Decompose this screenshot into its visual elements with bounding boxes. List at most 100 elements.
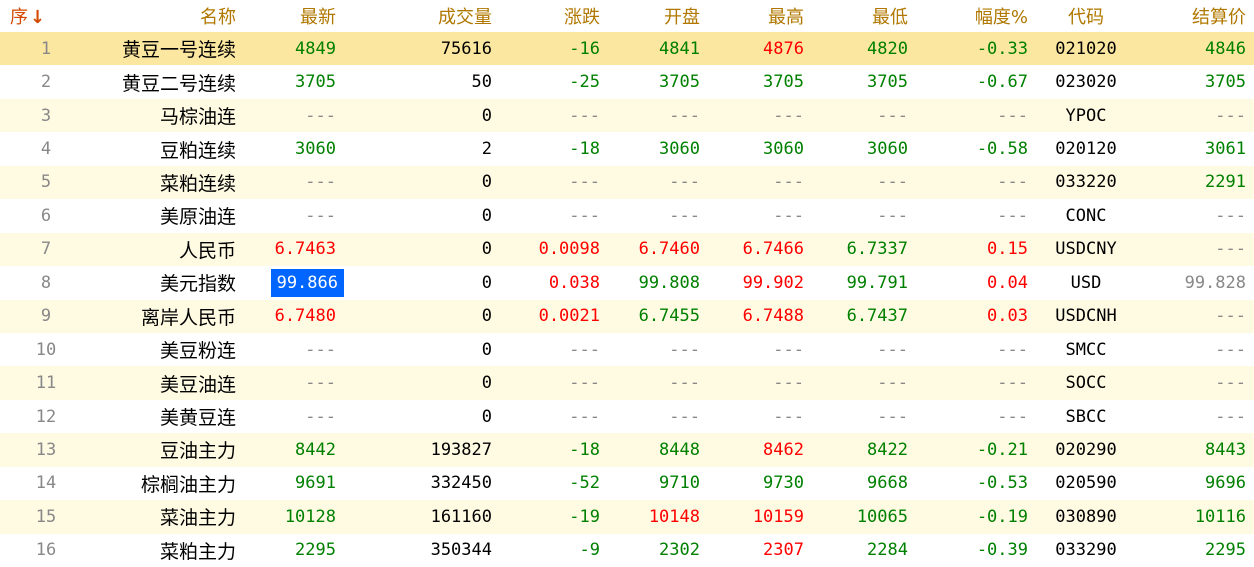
cell-name: 美豆粉连 [159, 340, 236, 363]
col-header-last[interactable]: 最新 [244, 0, 344, 32]
cell-pct: --- [997, 373, 1028, 394]
cell-high: --- [773, 406, 804, 427]
cell-last: --- [305, 373, 336, 394]
cell-pct: -0.67 [976, 72, 1028, 93]
cell-open: 2302 [659, 540, 700, 561]
table-row[interactable]: 5 菜粕连续 --- 0 --- --- --- --- --- 033220 2291 [0, 165, 1254, 200]
cell-volume: 0 [481, 105, 492, 126]
col-header-low[interactable]: 最低 [812, 0, 916, 32]
cell-open: --- [669, 339, 700, 360]
cell-settle: 9696 [1205, 473, 1246, 494]
table-row[interactable]: 11 美豆油连 --- 0 --- --- --- --- --- SOCC --- [0, 366, 1254, 400]
cell-open: 3060 [659, 139, 700, 160]
cell-volume: 50 [471, 72, 492, 93]
cell-high: 2307 [763, 540, 804, 561]
table-row[interactable]: 3 马棕油连 --- 0 --- --- --- --- --- YPOC --- [0, 98, 1254, 133]
table-row[interactable]: 1 黄豆一号连续 4849 75616 -16 4841 4876 4820 -0.33 0210… [0, 32, 1254, 66]
cell-open: 9710 [659, 473, 700, 494]
cell-high: 10159 [752, 506, 804, 527]
col-header-change[interactable]: 涨跌 [500, 0, 608, 32]
cell-settle: --- [1215, 306, 1246, 327]
cell-last: 4849 [295, 38, 336, 59]
cell-open: 6.7455 [638, 306, 700, 327]
cell-last: 8442 [295, 439, 336, 460]
table-row[interactable]: 2 黄豆二号连续 3705 50 -25 3705 3705 3705 -0.67 023020 3… [0, 65, 1254, 99]
cell-change: -18 [569, 439, 600, 460]
cell-volume: 2 [481, 139, 492, 160]
cell-code: SMCC [1065, 339, 1107, 360]
table-row[interactable]: 10 美豆粉连 --- 0 --- --- --- --- --- SMCC --- [0, 332, 1254, 367]
cell-low: --- [877, 205, 908, 226]
cell-seq: 14 [35, 473, 57, 494]
highlighted-value: 99.866 [270, 268, 344, 297]
cell-seq: 12 [35, 406, 57, 427]
cell-settle: --- [1215, 373, 1246, 394]
table-row[interactable]: 7 人民币 6.7463 0 0.0098 6.7460 6.7466 6.7337 0.15 U… [0, 232, 1254, 267]
table-row[interactable]: 15 菜油主力 10128 161160 -19 10148 10159 10065 -0.19… [0, 500, 1254, 534]
col-header-open[interactable]: 开盘 [608, 0, 708, 32]
cell-open: --- [669, 373, 700, 394]
cell-high: 6.7466 [742, 239, 804, 260]
col-header-settle[interactable]: 结算价 [1136, 0, 1254, 32]
header-row: 序 ↓ 名称 最新 成交量 涨跌 开盘 最高 最低 幅度% 代码 结算价 [0, 0, 1254, 32]
cell-high: 6.7488 [742, 306, 804, 327]
cell-low: 9668 [867, 473, 908, 494]
cell-high: --- [773, 172, 804, 193]
cell-code: USDCNY [1055, 239, 1117, 260]
cell-low: 8422 [867, 439, 908, 460]
cell-name: 美豆油连 [159, 373, 236, 396]
cell-code: SBCC [1065, 406, 1107, 427]
cell-change: -25 [569, 72, 600, 93]
cell-last: --- [305, 205, 336, 226]
cell-change: 0.038 [548, 272, 600, 293]
col-header-volume[interactable]: 成交量 [344, 0, 500, 32]
col-header-code[interactable]: 代码 [1036, 0, 1136, 32]
table-row[interactable]: 8 美元指数 99.866 0 0.038 99.808 99.902 99.791 0.04 U… [0, 266, 1254, 300]
cell-pct: --- [997, 339, 1028, 360]
table-row[interactable]: 4 豆粕连续 3060 2 -18 3060 3060 3060 -0.58 020120 3061 [0, 132, 1254, 166]
table-row[interactable]: 13 豆油主力 8442 193827 -18 8448 8462 8422 -0.21 0202… [0, 433, 1254, 467]
cell-pct: 0.15 [987, 239, 1028, 260]
col-header-high[interactable]: 最高 [708, 0, 812, 32]
cell-open: 6.7460 [638, 239, 700, 260]
table-row[interactable]: 9 离岸人民币 6.7480 0 0.0021 6.7455 6.7488 6.7437 0.0… [0, 299, 1254, 333]
cell-code: CONC [1065, 205, 1107, 226]
cell-low: 6.7437 [846, 306, 908, 327]
cell-volume: 161160 [430, 506, 492, 527]
cell-low: --- [877, 406, 908, 427]
cell-name: 棕榈油主力 [140, 473, 236, 496]
cell-name: 离岸人民币 [140, 306, 236, 329]
cell-open: 3705 [659, 72, 700, 93]
cell-low: 2284 [867, 540, 908, 561]
sort-descending-icon[interactable]: ↓ [30, 7, 45, 28]
cell-name: 黄豆一号连续 [121, 39, 236, 62]
col-header-name[interactable]: 名称 [92, 0, 244, 32]
cell-pct: -0.58 [976, 139, 1028, 160]
table-row[interactable]: 16 菜粕主力 2295 350344 -9 2302 2307 2284 -0.39 03329… [0, 533, 1254, 567]
cell-pct: -0.19 [976, 506, 1028, 527]
table-row[interactable]: 14 棕榈油主力 9691 332450 -52 9710 9730 9668 -0.53 020… [0, 466, 1254, 501]
cell-settle: 2295 [1205, 540, 1246, 561]
table-row[interactable]: 6 美原油连 --- 0 --- --- --- --- --- CONC --- [0, 199, 1254, 233]
table-row[interactable]: 12 美黄豆连 --- 0 --- --- --- --- --- SBCC --- [0, 399, 1254, 434]
cell-code: 033220 [1055, 172, 1117, 193]
cell-code: USDCNH [1055, 306, 1117, 327]
cell-low: 4820 [867, 38, 908, 59]
cell-settle: 2291 [1205, 172, 1246, 193]
cell-open: --- [669, 105, 700, 126]
cell-low: --- [877, 373, 908, 394]
cell-change: --- [569, 406, 600, 427]
cell-high: 4876 [763, 38, 804, 59]
cell-last: --- [305, 105, 336, 126]
cell-name: 黄豆二号连续 [121, 72, 236, 95]
cell-volume: 332450 [430, 473, 492, 494]
col-header-pct[interactable]: 幅度% [916, 0, 1036, 32]
cell-settle: 3705 [1205, 72, 1246, 93]
cell-change: 0.0098 [538, 239, 600, 260]
cell-high: 3705 [763, 72, 804, 93]
cell-code: 021020 [1055, 38, 1117, 59]
col-header-seq[interactable]: 序 ↓ [0, 0, 92, 32]
cell-last: 6.7463 [274, 239, 336, 260]
cell-settle: --- [1215, 205, 1246, 226]
cell-last: 3705 [295, 72, 336, 93]
